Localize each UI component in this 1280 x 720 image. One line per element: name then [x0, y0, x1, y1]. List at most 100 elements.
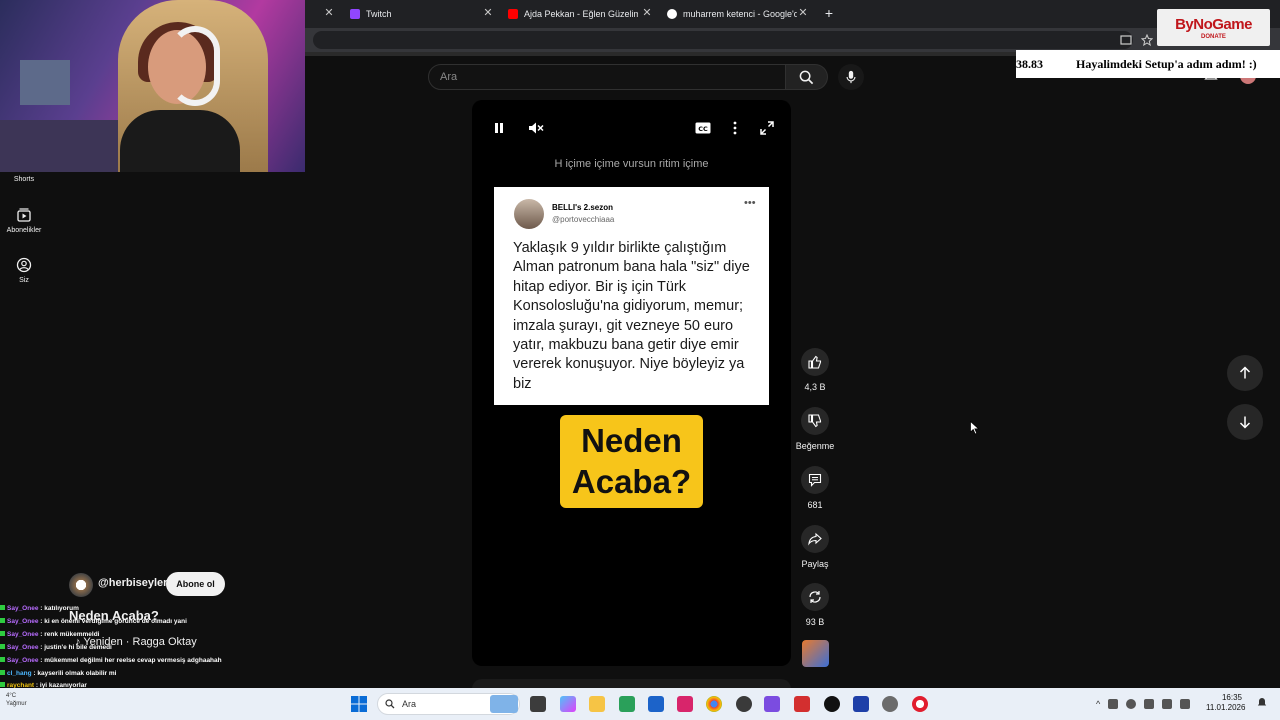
remix-icon	[809, 591, 821, 603]
mute-button[interactable]	[527, 120, 545, 136]
copilot-icon[interactable]	[560, 696, 576, 712]
tab-youtube[interactable]: Ajda Pekkan - Eğlen Güzelim (C	[508, 4, 638, 24]
search-input[interactable]: Ara	[428, 64, 786, 90]
arrow-up-icon	[1239, 366, 1251, 379]
chat-username: Say_Onee	[7, 656, 39, 664]
banner-line-2: Acaba?	[571, 463, 692, 500]
windows-start-icon[interactable]	[351, 696, 367, 712]
shorts-player[interactable]: CC H içime içime vursun ritim içime BELL…	[472, 100, 791, 666]
chat-message: cl_hang : kayserili olmak olabilir mi	[0, 668, 300, 681]
weather-temp: 4°C	[6, 693, 17, 699]
vpn-icon[interactable]	[764, 696, 780, 712]
tiktok-icon[interactable]	[824, 696, 840, 712]
chat-username: cl_hang	[7, 669, 32, 677]
app-blue-icon[interactable]	[853, 696, 869, 712]
omnibox[interactable]	[313, 31, 1133, 49]
store-icon[interactable]	[619, 696, 635, 712]
sound-thumbnail[interactable]	[802, 640, 829, 667]
remix-button[interactable]: 93 B	[795, 583, 835, 627]
chat-username: Say_Onee	[7, 617, 39, 625]
video-caption: H içime içime vursun ritim içime	[554, 158, 709, 170]
task-view-icon[interactable]	[530, 696, 546, 712]
taskbar-search-icon	[385, 699, 395, 709]
tab-close-icon[interactable]: ✕	[482, 6, 494, 20]
weather-widget[interactable]: 4°C Yağmur	[6, 692, 66, 714]
subscriptions-icon	[17, 208, 31, 222]
nav-you[interactable]: Siz	[0, 257, 48, 284]
banner-line-1: Neden	[581, 422, 682, 459]
star-icon[interactable]	[1141, 34, 1153, 46]
chrome-icon[interactable]	[706, 696, 722, 712]
nav-label: Abonelikler	[6, 227, 42, 234]
pause-icon	[495, 123, 503, 133]
chat-username: Say_Onee	[7, 630, 39, 638]
tab-twitch[interactable]: Twitch	[350, 4, 480, 24]
comment-count: 681	[807, 500, 823, 510]
volume-icon[interactable]	[1162, 699, 1173, 709]
fullscreen-button[interactable]	[758, 120, 776, 136]
opera-icon[interactable]	[912, 696, 928, 712]
voice-search-button[interactable]	[838, 64, 864, 90]
tab-close-icon[interactable]: ✕	[797, 6, 809, 20]
chat-badge-icon	[0, 656, 5, 662]
channel-avatar[interactable]	[69, 573, 93, 597]
address-bar	[305, 28, 1280, 52]
more-options-button[interactable]	[726, 120, 744, 136]
comment-icon	[808, 473, 822, 487]
pause-button[interactable]	[490, 120, 508, 136]
nav-label: Siz	[19, 277, 29, 284]
like-button[interactable]: 4,3 B	[795, 348, 835, 392]
nav-subscriptions[interactable]: Abonelikler	[0, 207, 48, 234]
donation-ticker: 38.83 Hayalimdeki Setup'a adım adım! :)	[1016, 50, 1280, 78]
sync-icon[interactable]	[1108, 699, 1119, 709]
captions-button[interactable]: CC	[694, 120, 712, 136]
tweet-author-name: BELLI's 2.sezon	[552, 203, 614, 212]
tab-google[interactable]: muharrem ketenci - Google'da	[667, 4, 797, 24]
arrow-down-icon	[1239, 416, 1251, 429]
search-button[interactable]	[786, 64, 828, 90]
install-icon[interactable]	[1120, 34, 1132, 46]
chat-text: ki en önemi verdiğime görünce de olmadı …	[44, 617, 187, 625]
twitch-icon	[350, 9, 360, 19]
notification-bell-icon[interactable]	[1256, 697, 1268, 709]
outlook-icon[interactable]	[648, 696, 664, 712]
tweet-more-icon: •••	[744, 197, 756, 209]
settings-icon[interactable]	[882, 696, 898, 712]
taskbar-clock[interactable]: 16:35 11.01.2026	[1206, 693, 1245, 713]
chat-badge-icon	[0, 630, 5, 636]
mic-tray-icon[interactable]	[1126, 699, 1137, 709]
file-explorer-icon[interactable]	[589, 696, 605, 712]
obs-icon[interactable]	[736, 696, 752, 712]
chevron-up-icon[interactable]: ^	[1096, 699, 1100, 709]
dislike-button[interactable]: Beğenme	[795, 407, 835, 451]
comments-button[interactable]: 681	[795, 466, 835, 510]
chat-username: Say_Onee	[7, 643, 39, 651]
muted-volume-icon	[529, 122, 544, 134]
tab-close-icon[interactable]: ✕	[323, 6, 335, 20]
app-l-icon[interactable]	[794, 696, 810, 712]
battery-icon[interactable]	[1180, 699, 1191, 709]
chat-badge-icon	[0, 605, 5, 610]
subscribe-button[interactable]: Abone ol	[166, 572, 225, 596]
tab-close-icon[interactable]: ✕	[641, 6, 653, 20]
previous-short-button[interactable]	[1227, 355, 1263, 391]
ticker-message: Hayalimdeki Setup'a adım adım! :)	[1076, 56, 1257, 71]
chat-username: Say_Onee	[7, 605, 39, 612]
channel-name[interactable]: @herbiseyler	[98, 577, 167, 589]
chat-badge-icon	[0, 617, 5, 623]
wifi-icon[interactable]	[1144, 699, 1155, 709]
capcut-icon[interactable]	[677, 696, 693, 712]
ticker-number: 38.83	[1016, 56, 1043, 71]
tweet-handle: @portovecchiaaa	[552, 215, 615, 224]
nav-shorts[interactable]: Shorts	[0, 176, 48, 183]
tab-label: Twitch	[366, 9, 392, 19]
next-short-button[interactable]	[1227, 404, 1263, 440]
share-button[interactable]: Paylaş	[795, 525, 835, 569]
bynogame-logo: ByNoGame DONATE	[1157, 9, 1270, 46]
new-tab-icon[interactable]: +	[822, 5, 836, 21]
cc-icon: CC	[695, 122, 711, 134]
chat-message: Say_Onee : katılıyorum	[0, 603, 300, 616]
chat-text: katılıyorum	[44, 605, 79, 612]
google-icon	[667, 9, 677, 19]
tweet-body: Yaklaşık 9 yıldır birlikte çalıştığım Al…	[513, 240, 750, 392]
